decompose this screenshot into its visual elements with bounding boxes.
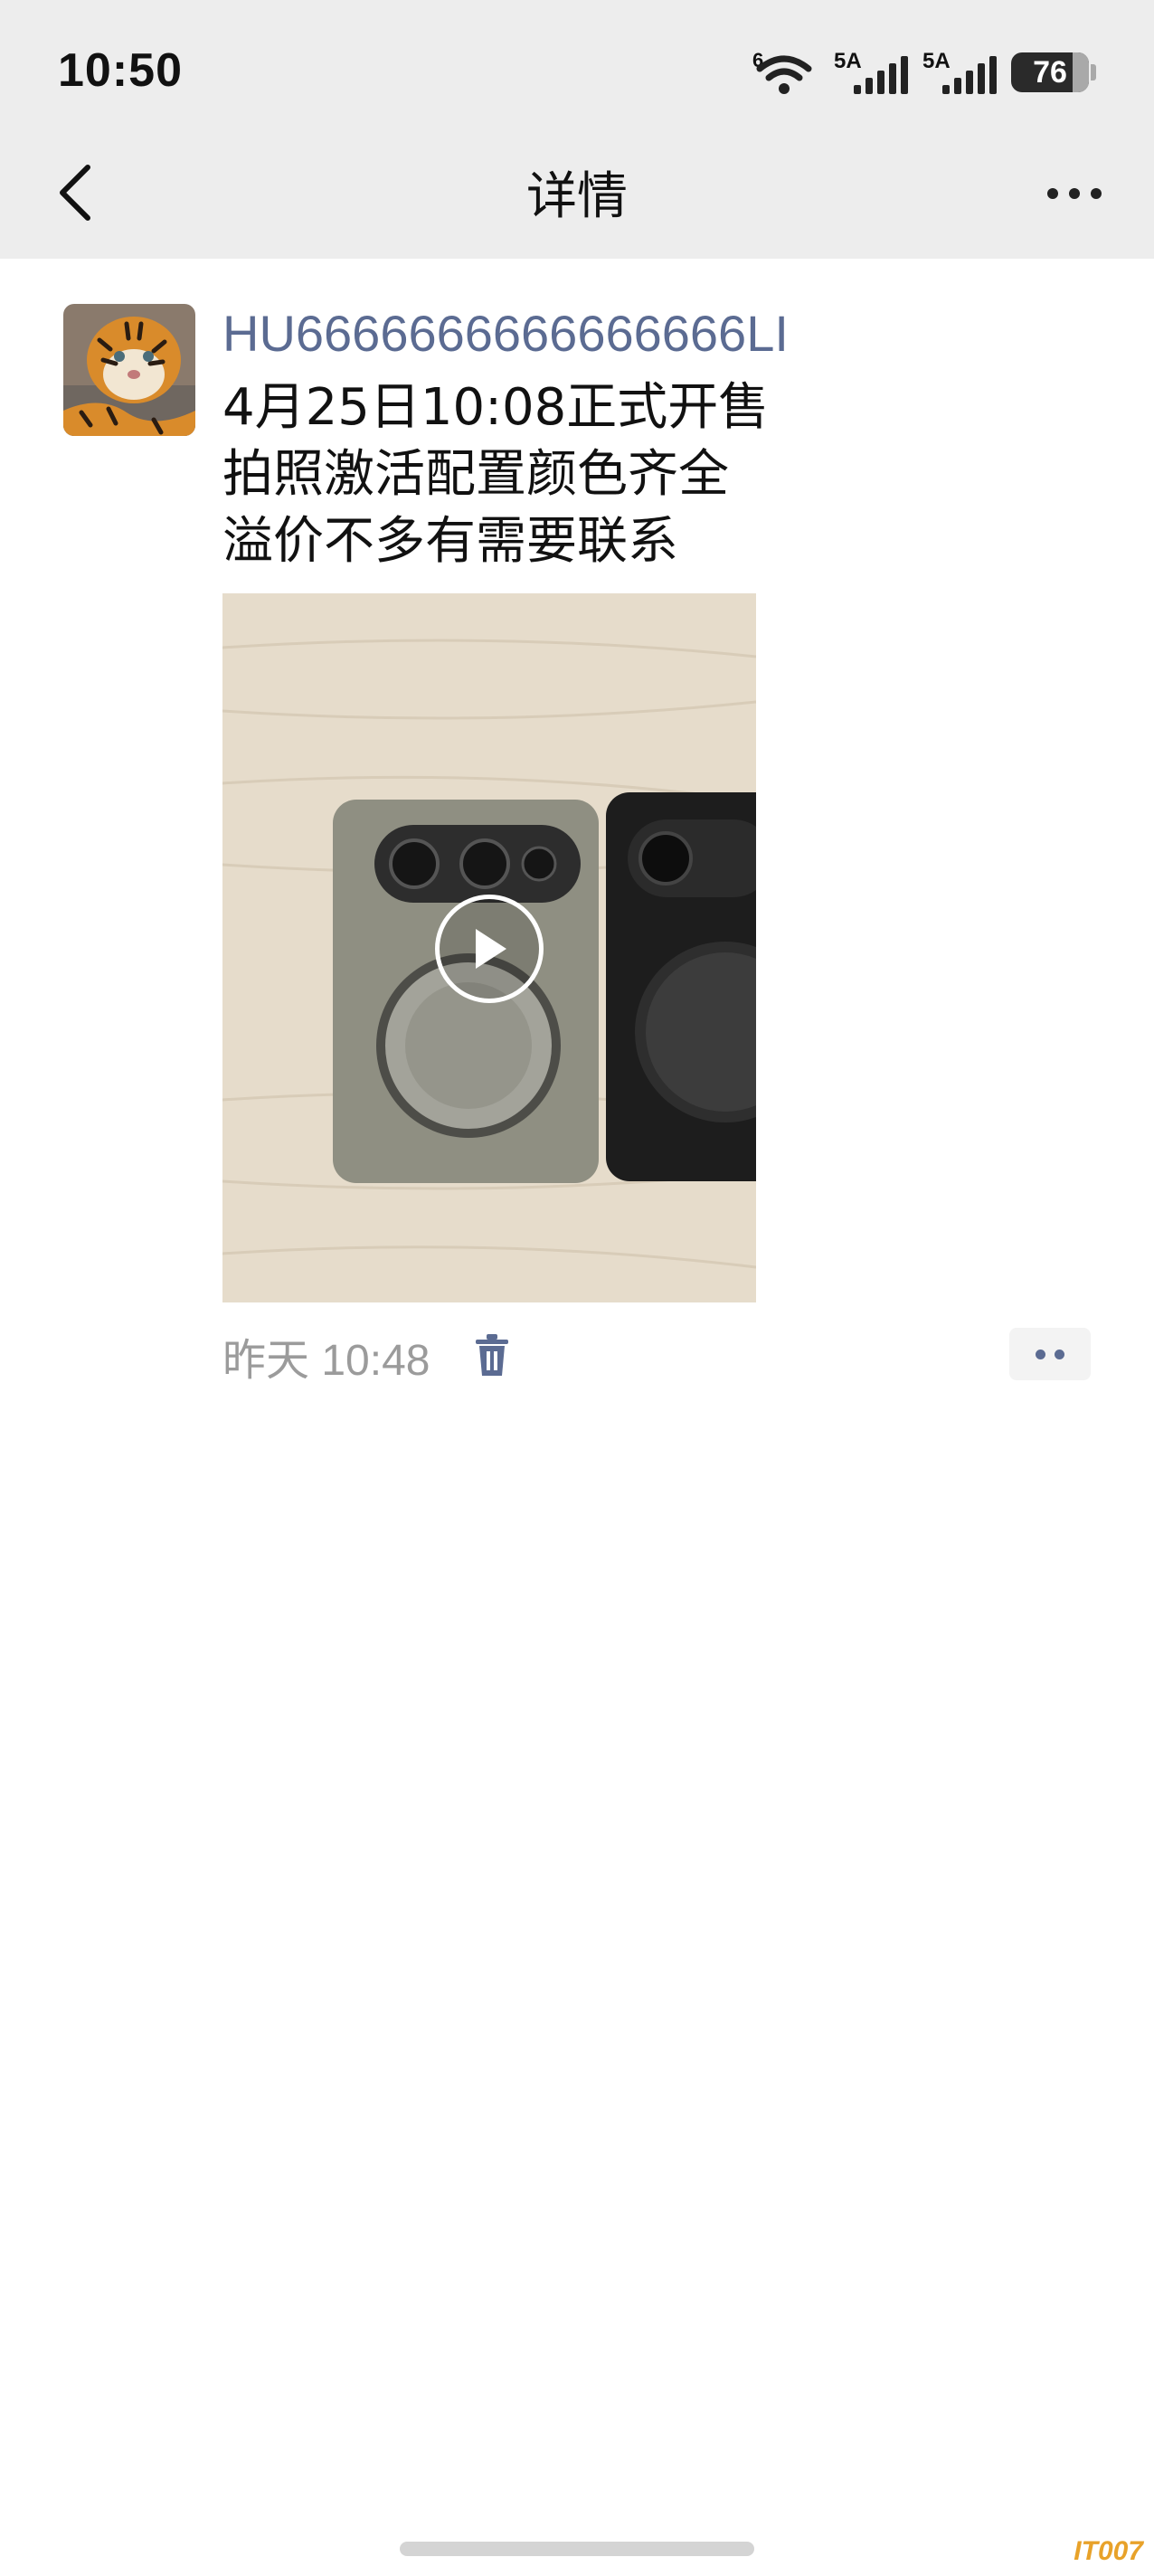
- comment-like-button[interactable]: [1009, 1328, 1091, 1380]
- post-meta: 昨天 10:48: [222, 1324, 515, 1387]
- play-icon: [476, 929, 506, 969]
- more-dots-icon: [1036, 1349, 1045, 1359]
- delete-button[interactable]: [469, 1329, 515, 1383]
- top-bar: 10:50 6 5A 5A 76 详情: [0, 0, 1154, 259]
- nav-bar: 详情: [0, 136, 1154, 244]
- signal-icon-2: 5A: [922, 49, 997, 96]
- post-text-line: 溢价不多有需要联系: [222, 512, 678, 571]
- post-time-day: 昨天: [222, 1335, 310, 1386]
- post-timestamp: 昨天 10:48: [222, 1324, 430, 1387]
- post-username[interactable]: HU6666666666666666LI: [222, 304, 789, 363]
- more-button[interactable]: [1038, 166, 1111, 221]
- post-text-line: 4月25日10:08正式开售: [222, 378, 770, 437]
- trash-icon: [476, 1334, 509, 1376]
- home-indicator[interactable]: [400, 2542, 754, 2556]
- page-title: 详情: [526, 167, 628, 226]
- post-text: 4月25日10:08正式开售 拍照激活配置颜色齐全 溢价不多有需要联系: [222, 374, 769, 575]
- status-icons: 6 5A 5A 76: [752, 45, 1096, 99]
- post-text-line: 拍照激活配置颜色齐全: [222, 445, 729, 504]
- signal-icon-1: 5A: [834, 49, 908, 96]
- status-time: 10:50: [58, 44, 183, 97]
- more-horizontal-icon: [1047, 188, 1058, 199]
- watermark-logo: IT007: [1074, 2536, 1143, 2566]
- video-thumbnail[interactable]: [222, 593, 756, 1302]
- play-button[interactable]: [435, 895, 544, 1003]
- avatar[interactable]: [63, 304, 195, 436]
- battery-icon: 76: [1011, 52, 1089, 92]
- wifi-icon: 6: [752, 49, 816, 96]
- battery-percent: 76: [1033, 54, 1067, 90]
- post-time-clock: 10:48: [321, 1337, 430, 1385]
- battery-tip: [1091, 64, 1096, 80]
